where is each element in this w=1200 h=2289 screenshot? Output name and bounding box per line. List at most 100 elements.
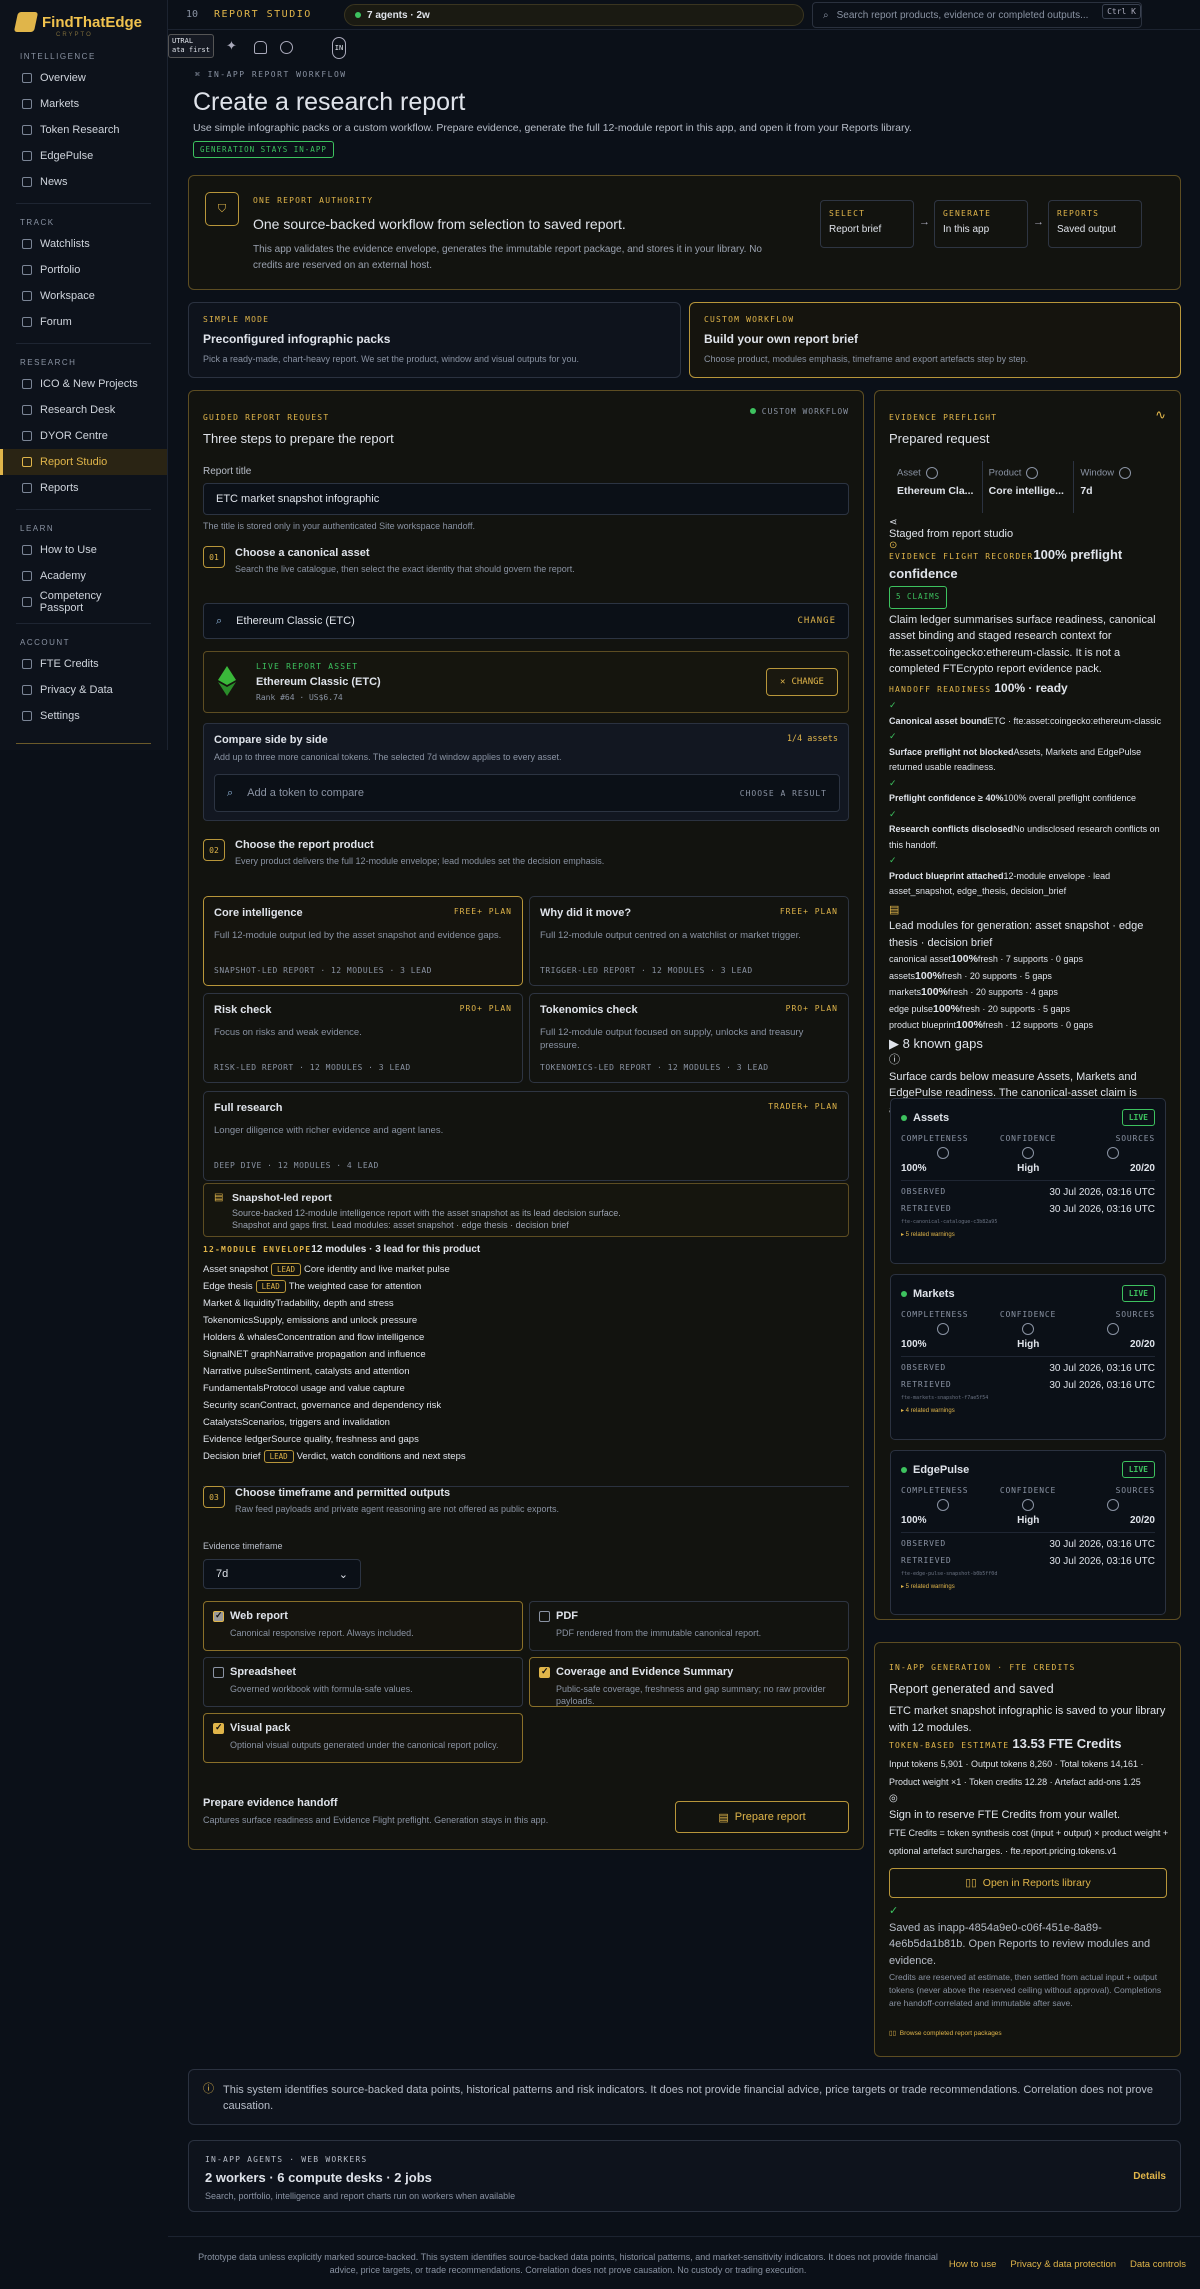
brand-logo[interactable]: FindThatEdge (0, 0, 167, 32)
report-title-input[interactable]: ETC market snapshot infographic (203, 483, 849, 515)
output-title: Web report (230, 1610, 288, 1622)
checkbox-icon[interactable] (539, 1666, 550, 1678)
output-option[interactable]: PDF PDF rendered from the immutable canon… (529, 1601, 849, 1651)
module-name: Holders & whales (203, 1332, 277, 1343)
formula-note: FTE Credits = token synthesis cost (inpu… (889, 1827, 1169, 1856)
change-asset-button[interactable]: ✕ CHANGE (766, 668, 838, 696)
sidebar-item-overview[interactable]: Overview (0, 65, 167, 91)
sidebar-item-settings[interactable]: Settings (0, 703, 167, 729)
sparkle-icon[interactable]: ✦ (226, 38, 239, 53)
sidebar-item-ico-new-projects[interactable]: ICO & New Projects (0, 371, 167, 397)
sidebar-item-fte-credits[interactable]: FTE Credits (0, 651, 167, 677)
related-warnings-toggle[interactable]: ▸ 4 related warnings (901, 1407, 1155, 1414)
footer-link-how-to-use[interactable]: How to use (949, 2259, 997, 2270)
gauge-icon (936, 1499, 949, 1511)
output-option[interactable]: Coverage and Evidence Summary Public-safe… (529, 1657, 849, 1707)
product-card[interactable]: Why did it move? FREE+ PLAN Full 12-module… (529, 896, 849, 986)
sidebar-item-forum[interactable]: Forum (0, 309, 167, 335)
asset-search-input[interactable]: ⌕ Ethereum Classic (ETC) CHANGE (203, 603, 849, 639)
product-card[interactable]: Core intelligence FREE+ PLAN Full 12-modul… (203, 896, 523, 986)
how-to-use-icon (22, 545, 32, 555)
product-card[interactable]: Full research TRADER+ PLAN Longer diligenc… (203, 1091, 849, 1181)
prepared-request-columns: Asset Ethereum Cla... Product Core intellig… (891, 461, 1165, 513)
staged-row: ⋖ Staged from report studio ⊙ (889, 517, 1013, 551)
avatar[interactable]: IN (332, 37, 346, 59)
product-card[interactable]: Risk check PRO+ PLAN Focus on risks and we… (203, 993, 523, 1083)
checkbox-icon[interactable] (213, 1667, 224, 1678)
freshness-detail: fresh · 20 supports · 5 gaps (941, 970, 1052, 981)
fte-credits-icon (22, 659, 32, 669)
sidebar-item-markets[interactable]: Markets (0, 91, 167, 117)
sidebar-item-news[interactable]: News (0, 169, 167, 195)
output-option[interactable]: Visual pack Optional visual outputs gener… (203, 1713, 523, 1763)
sidebar-item-reports[interactable]: Reports (0, 475, 167, 501)
prepare-report-button[interactable]: ▤ Prepare report (675, 1801, 849, 1833)
browse-link[interactable]: ▯▯ Browse completed report packages (889, 2029, 1002, 2037)
neutral-toggle[interactable]: UTRAL ata first (168, 34, 214, 58)
prepared-request-column: Asset Ethereum Cla... (891, 461, 982, 513)
sidebar-item-workspace[interactable]: Workspace (0, 283, 167, 309)
sidebar-divider (16, 509, 151, 510)
shortcut-hint: Ctrl K (1102, 4, 1141, 19)
timeframe-select[interactable]: 7d ⌄ (203, 1559, 361, 1589)
sidebar-item-research-desk[interactable]: Research Desk (0, 397, 167, 423)
related-warnings-toggle[interactable]: ▸ 5 related warnings (901, 1231, 1155, 1238)
sidebar-item-label: Privacy & Data (40, 684, 113, 696)
lead-tag: LEAD (270, 1263, 302, 1276)
sidebar-item-report-studio[interactable]: Report Studio (0, 449, 167, 475)
module-name: Security scan (203, 1400, 261, 1411)
output-option[interactable]: Spreadsheet Governed workbook with formul… (203, 1657, 523, 1707)
bell-icon[interactable] (254, 41, 267, 54)
estimate-value: 13.53 FTE Credits (1012, 1736, 1122, 1751)
arrow-right-icon: → (1033, 216, 1044, 228)
surface-card: Assets LIVE COMPLETENESS CONFIDENCE SOURCES 1… (890, 1098, 1166, 1264)
footer-link-data-controls[interactable]: Data controls (1130, 2259, 1186, 2270)
checkbox-icon[interactable] (213, 1722, 224, 1734)
retrieved-time: 30 Jul 2026, 03:16 UTC (1049, 1556, 1155, 1567)
checkbox-icon[interactable] (213, 1610, 224, 1622)
sidebar-item-edgepulse[interactable]: EdgePulse (0, 143, 167, 169)
observed-time: 30 Jul 2026, 03:16 UTC (1049, 1187, 1155, 1198)
output-option[interactable]: Web report Canonical responsive report. A… (203, 1601, 523, 1651)
known-gaps-toggle[interactable]: ▶ 8 known gaps (889, 1036, 1167, 1053)
metric-icons (901, 1323, 1155, 1335)
sidebar-item-token-research[interactable]: Token Research (0, 117, 167, 143)
checkbox-icon[interactable] (539, 1611, 550, 1622)
pulse-icon: ∿ (1155, 407, 1166, 422)
timeframe-label: Evidence timeframe (203, 1541, 283, 1551)
live-asset-name: Ethereum Classic (ETC) (256, 676, 381, 688)
workers-title: 2 workers · 6 compute desks · 2 jobs (205, 2170, 432, 2185)
compare-desc: Add up to three more canonical tokens. T… (214, 752, 562, 762)
module-desc: Sentiment, catalysts and attention (266, 1366, 410, 1377)
chevron-down-icon: ⌄ (338, 1568, 348, 1581)
related-warnings-toggle[interactable]: ▸ 5 related warnings (901, 1583, 1155, 1590)
metric-icon-wrap (1071, 1499, 1155, 1511)
sidebar-item-competency-passport[interactable]: Competency Passport (0, 589, 167, 615)
freshness-row: product blueprint100%fresh · 12 supports… (889, 1017, 1167, 1034)
open-reports-button[interactable]: ▯▯ Open in Reports library (889, 1868, 1167, 1898)
surface-metric-values: 100% High 20/20 (901, 1339, 1155, 1350)
mode-simple-card[interactable]: SIMPLE MODE Preconfigured infographic pa… (188, 302, 681, 378)
asset-value: Ethereum Classic (ETC) (236, 615, 355, 627)
footer-text: Prototype data unless explicitly marked … (198, 2252, 938, 2275)
sidebar-item-watchlists[interactable]: Watchlists (0, 231, 167, 257)
change-link[interactable]: CHANGE (797, 616, 836, 626)
agents-status-pill[interactable]: 7 agents · 2w (344, 4, 804, 26)
sidebar-item-portfolio[interactable]: Portfolio (0, 257, 167, 283)
sidebar-item-privacy-data[interactable]: Privacy & Data (0, 677, 167, 703)
book-icon: ▯▯ (889, 2030, 897, 2037)
sidebar-item-academy[interactable]: Academy (0, 563, 167, 589)
footer-link-privacy[interactable]: Privacy & data protection (1010, 2259, 1116, 2270)
settings-icon[interactable] (280, 41, 293, 54)
compare-search-input[interactable]: ⌕ Add a token to compare CHOOSE A RESULT (214, 774, 840, 812)
generation-card: IN-APP GENERATION · FTE CREDITS Report g… (874, 1642, 1181, 2057)
workers-details-link[interactable]: Details (1133, 2171, 1166, 2182)
module-desc: Core identity and live market pulse (304, 1264, 450, 1275)
sidebar-item-label: Academy (40, 570, 86, 582)
mode-custom-card[interactable]: CUSTOM WORKFLOW Build your own report br… (689, 302, 1181, 378)
disclaimer-text: This system identifies source-backed dat… (223, 2084, 1153, 2112)
product-card[interactable]: Tokenomics check PRO+ PLAN Full 12-module … (529, 993, 849, 1083)
sidebar-item-how-to-use[interactable]: How to Use (0, 537, 167, 563)
sidebar-item-dyor-centre[interactable]: DYOR Centre (0, 423, 167, 449)
search-input[interactable]: ⌕ Search report products, evidence or co… (812, 2, 1142, 28)
